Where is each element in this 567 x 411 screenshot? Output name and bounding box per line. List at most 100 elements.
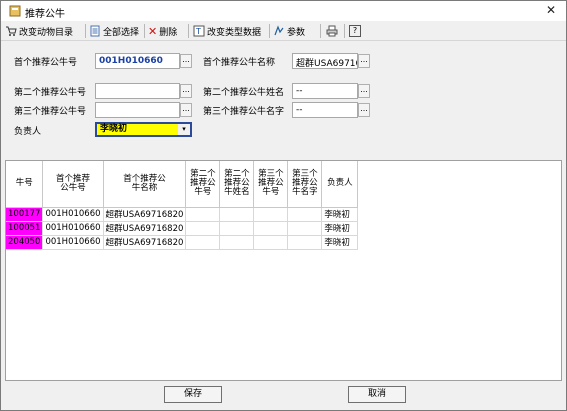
table-row[interactable]: 100177 001H010660 超群USA69716820 李晓初 (6, 207, 359, 222)
col-header-first-bull-no[interactable]: 首个推荐公牛号 (42, 161, 104, 208)
cell-first-bull-no[interactable]: 001H010660 (42, 235, 104, 250)
button-bar: 保存 取消 (1, 381, 566, 410)
cell-third-bull-no[interactable] (253, 221, 289, 236)
col-header-label: 第三个推荐公牛号 (258, 169, 284, 198)
params-label: 参数 (287, 27, 306, 38)
help-icon: ? (349, 25, 361, 37)
cell-third-bull-name[interactable] (287, 235, 323, 250)
cell-first-bull-no[interactable]: 001H010660 (42, 221, 104, 236)
cell-bull-no[interactable]: 100177 (6, 207, 44, 222)
third-bull-name-browse-button[interactable]: ... (358, 103, 370, 117)
cell-second-bull-name[interactable] (219, 221, 255, 236)
first-bull-no-browse-button[interactable]: ... (180, 54, 192, 68)
cell-third-bull-name[interactable] (287, 221, 323, 236)
col-header-label: 第二个推荐公牛姓名 (224, 169, 250, 198)
select-all-button[interactable]: 全部选择 (89, 23, 139, 39)
svg-text:T: T (195, 27, 201, 36)
col-header-first-bull-name[interactable]: 首个推荐公牛名称 (103, 161, 187, 208)
owner-select-value: 李晓初 (100, 124, 128, 134)
third-bull-name-label: 第三个推荐公牛名字 (203, 107, 285, 117)
cell-first-bull-name[interactable]: 超群USA69716820 (103, 221, 187, 236)
dialog-window: 推荐公牛 ✕ 改变动物目录 全部选择 ✕ 删除 T 改变类型数据 参数 ? 首个… (0, 0, 567, 411)
chevron-down-icon[interactable]: ▾ (178, 124, 190, 135)
cancel-button[interactable]: 取消 (348, 386, 406, 403)
col-header-second-bull-no[interactable]: 第二个推荐公牛号 (185, 161, 221, 208)
cell-bull-no[interactable]: 100051 (6, 221, 44, 236)
cell-second-bull-no[interactable] (185, 221, 221, 236)
third-bull-no-input[interactable] (95, 102, 180, 118)
cart-icon (6, 26, 17, 36)
close-button[interactable]: ✕ (540, 1, 562, 19)
grid-header-row: 牛号 首个推荐公牛号 首个推荐公牛名称 第二个推荐公牛号 第二个推荐公牛姓名 第… (6, 161, 359, 208)
toolbar-separator (269, 24, 270, 38)
cell-owner[interactable]: 李晓初 (321, 221, 359, 236)
second-bull-name-browse-button[interactable]: ... (358, 84, 370, 98)
second-bull-name-input[interactable]: -- (292, 83, 358, 99)
cell-owner[interactable]: 李晓初 (321, 207, 359, 222)
params-button[interactable]: 参数 (273, 23, 305, 39)
col-header-second-bull-name[interactable]: 第二个推荐公牛姓名 (219, 161, 255, 208)
cell-first-bull-name[interactable]: 超群USA69716820 (103, 207, 187, 222)
toolbar-separator (188, 24, 189, 38)
col-header-bull-no[interactable]: 牛号 (6, 161, 44, 208)
cell-third-bull-no[interactable] (253, 235, 289, 250)
second-bull-no-input[interactable] (95, 83, 180, 99)
first-bull-no-label: 首个推荐公牛号 (14, 58, 78, 68)
type-data-icon: T (193, 25, 205, 37)
delete-icon: ✕ (148, 24, 158, 38)
first-bull-name-browse-button[interactable]: ... (358, 54, 370, 68)
second-bull-no-browse-button[interactable]: ... (180, 84, 192, 98)
first-bull-name-input[interactable]: 超群USA69716 (292, 53, 358, 69)
help-button[interactable]: ? (349, 23, 361, 39)
title-bar: 推荐公牛 ✕ (1, 1, 566, 21)
third-bull-no-label: 第三个推荐公牛号 (14, 107, 87, 117)
change-type-data-button[interactable]: T 改变类型数据 (193, 23, 261, 39)
table-row[interactable]: 100051 001H010660 超群USA69716820 李晓初 (6, 221, 359, 236)
results-grid: 牛号 首个推荐公牛号 首个推荐公牛名称 第二个推荐公牛号 第二个推荐公牛姓名 第… (5, 160, 562, 381)
owner-label: 负责人 (14, 127, 42, 137)
app-icon (9, 5, 21, 17)
list-icon (90, 25, 100, 37)
col-header-label: 牛号 (15, 178, 33, 189)
change-type-data-label: 改变类型数据 (207, 27, 262, 38)
toolbar-separator (320, 24, 321, 38)
col-header-label: 第二个推荐公牛号 (190, 169, 216, 198)
first-bull-no-input[interactable]: 001H010660 (95, 53, 180, 69)
third-bull-no-browse-button[interactable]: ... (180, 103, 192, 117)
col-header-third-bull-no[interactable]: 第三个推荐公牛号 (253, 161, 289, 208)
toolbar-separator (344, 24, 345, 38)
params-icon (274, 25, 284, 36)
delete-label: 删除 (159, 27, 178, 38)
print-icon (326, 25, 338, 37)
toolbar: 改变动物目录 全部选择 ✕ 删除 T 改变类型数据 参数 ? (1, 21, 566, 41)
delete-button[interactable]: ✕ 删除 (148, 23, 177, 39)
cell-second-bull-no[interactable] (185, 207, 221, 222)
table-row[interactable]: 204050 001H010660 超群USA69716820 李晓初 (6, 235, 359, 250)
first-bull-name-label: 首个推荐公牛名称 (203, 58, 276, 68)
second-bull-name-label: 第二个推荐公牛姓名 (203, 88, 285, 98)
toolbar-separator (85, 24, 86, 38)
print-button[interactable] (326, 23, 338, 39)
col-header-third-bull-name[interactable]: 第三个推荐公牛名字 (287, 161, 323, 208)
form-panel: 首个推荐公牛号 001H010660 ... 首个推荐公牛名称 超群USA697… (8, 45, 376, 141)
owner-select[interactable]: 李晓初 ▾ (95, 122, 192, 137)
cell-third-bull-no[interactable] (253, 207, 289, 222)
save-button[interactable]: 保存 (164, 386, 222, 403)
cell-second-bull-name[interactable] (219, 235, 255, 250)
cell-bull-no[interactable]: 204050 (6, 235, 44, 250)
second-bull-no-label: 第二个推荐公牛号 (14, 88, 87, 98)
col-header-label: 首个推荐公牛号 (55, 173, 90, 193)
cell-first-bull-no[interactable]: 001H010660 (42, 207, 104, 222)
col-header-label: 首个推荐公牛名称 (123, 173, 166, 193)
cell-owner[interactable]: 李晓初 (321, 235, 359, 250)
toolbar-separator (144, 24, 145, 38)
change-animal-dir-label: 改变动物目录 (19, 27, 74, 38)
cell-second-bull-name[interactable] (219, 207, 255, 222)
col-header-owner[interactable]: 负责人 (321, 161, 359, 208)
col-header-label: 负责人 (327, 178, 353, 189)
cell-third-bull-name[interactable] (287, 207, 323, 222)
cell-first-bull-name[interactable]: 超群USA69716820 (103, 235, 187, 250)
change-animal-dir-button[interactable]: 改变动物目录 (5, 23, 73, 39)
third-bull-name-input[interactable]: -- (292, 102, 358, 118)
cell-second-bull-no[interactable] (185, 235, 221, 250)
